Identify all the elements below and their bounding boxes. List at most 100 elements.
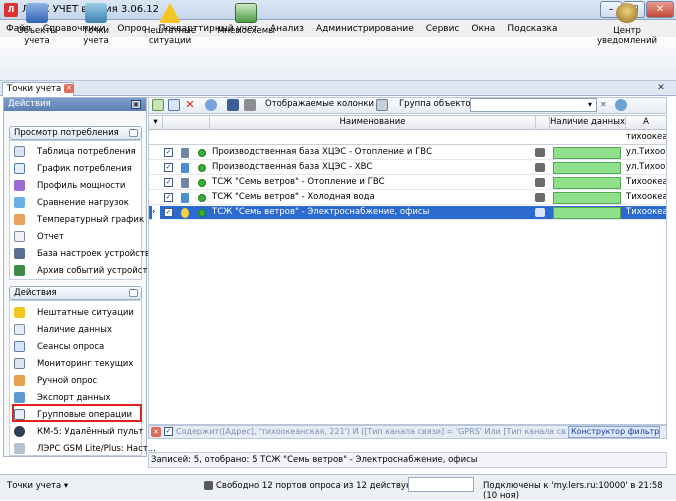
emergency-button[interactable]: Нештатные ситуации bbox=[127, 3, 213, 46]
power-profile-icon bbox=[14, 180, 25, 191]
device-icon bbox=[181, 178, 189, 188]
diagram-icon bbox=[235, 3, 257, 23]
header-data[interactable]: Наличие данных bbox=[550, 116, 626, 130]
list-item[interactable]: Температурный график bbox=[14, 212, 144, 227]
menu-help[interactable]: Подсказка bbox=[507, 24, 557, 34]
header-name[interactable]: Наименование bbox=[210, 116, 536, 130]
water-icon bbox=[181, 163, 189, 173]
globe-icon bbox=[535, 208, 545, 217]
group-select[interactable] bbox=[470, 98, 597, 112]
chevron-up-icon[interactable]: ˄ bbox=[129, 129, 138, 137]
close-icon[interactable]: ✕ bbox=[656, 83, 666, 93]
table-row-selected[interactable]: › ✓ ТСЖ "Семь ветров" - Электроснабжение… bbox=[149, 206, 666, 220]
menu-analysis[interactable]: Анализ bbox=[270, 24, 304, 34]
table-row[interactable]: ✓ ТСЖ "Семь ветров" - Холодная вода Тихо… bbox=[149, 191, 666, 205]
delete-icon[interactable]: ✕ bbox=[184, 99, 196, 111]
add-icon[interactable] bbox=[152, 99, 164, 111]
plug-icon bbox=[535, 148, 545, 157]
menu-service[interactable]: Сервис bbox=[426, 24, 460, 34]
list-item[interactable]: Профиль мощности bbox=[14, 178, 125, 193]
menu-windows[interactable]: Окна bbox=[471, 24, 495, 34]
status-icon bbox=[198, 179, 206, 187]
list-item[interactable]: Архив событий устройства bbox=[14, 263, 158, 278]
archive-icon bbox=[14, 265, 25, 276]
list-item[interactable]: Сеансы опроса bbox=[14, 339, 104, 354]
filter-expression[interactable]: Содержит([Адрес], 'тихоокеанская, 221') … bbox=[176, 427, 566, 436]
filter-builder-button[interactable]: Конструктор фильтра... bbox=[568, 426, 660, 438]
list-item[interactable]: Экспорт данных bbox=[14, 390, 111, 405]
table-row[interactable]: ✓ Производственная база ХЦЭС - ХВС ул.Ти… bbox=[149, 161, 666, 175]
group-actions[interactable]: Действия ˄ bbox=[9, 286, 142, 300]
checkbox[interactable]: ✓ bbox=[164, 178, 173, 187]
group-label: Группа объектов: bbox=[399, 99, 479, 109]
connection-status: Подключены к 'my.lers.ru:10000' в 21:58 … bbox=[483, 481, 663, 501]
filter-enabled-checkbox[interactable]: ✓ bbox=[164, 427, 173, 436]
warning-icon bbox=[159, 3, 181, 23]
save-icon[interactable] bbox=[227, 99, 239, 111]
plug-icon bbox=[535, 193, 545, 202]
menu-admin[interactable]: Администрирование bbox=[316, 24, 414, 34]
group-consumption[interactable]: Просмотр потребления ˄ bbox=[9, 126, 142, 140]
clear-filter-icon[interactable]: ✕ bbox=[151, 427, 161, 437]
remote-icon bbox=[14, 426, 25, 437]
ports-status: Свободно 12 портов опроса из 12 действую… bbox=[216, 481, 432, 491]
export-icon bbox=[14, 392, 25, 403]
objects-button[interactable]: Объекты учета bbox=[6, 3, 68, 46]
compare-icon bbox=[14, 197, 25, 208]
clear-icon[interactable]: ✕ bbox=[600, 100, 610, 110]
chevron-up-icon[interactable]: ˄ bbox=[129, 289, 138, 297]
status-icon bbox=[198, 164, 206, 172]
tab-strip bbox=[0, 81, 676, 96]
chevron-down-icon[interactable]: ▾ bbox=[588, 100, 592, 109]
mnemo-button[interactable]: Мнемосхемы bbox=[217, 3, 275, 43]
data-icon bbox=[14, 324, 25, 335]
filter-address[interactable]: тихоокеанская bbox=[626, 132, 666, 142]
report-icon bbox=[14, 231, 25, 242]
list-item[interactable]: Наличие данных bbox=[14, 322, 112, 337]
plug-icon bbox=[535, 178, 545, 187]
table-icon bbox=[14, 146, 25, 157]
checkbox[interactable]: ✓ bbox=[164, 208, 173, 217]
plug-icon bbox=[535, 163, 545, 172]
columns-dropdown[interactable]: Отображаемые колонки ▾ bbox=[265, 99, 381, 109]
list-item[interactable]: ЛЭРС GSM Lite/Plus: Наст... bbox=[14, 441, 156, 456]
list-item[interactable]: База настроек устройства bbox=[14, 246, 155, 261]
filter-row: тихоокеанская bbox=[149, 130, 666, 145]
pin-icon[interactable]: ▣ bbox=[131, 100, 141, 109]
status-view-dropdown[interactable]: Точки учета ▾ bbox=[7, 481, 68, 491]
list-item[interactable]: Отчет bbox=[14, 229, 64, 244]
list-item[interactable]: Ручной опрос bbox=[14, 373, 97, 388]
checkbox[interactable]: ✓ bbox=[164, 193, 173, 202]
checkbox[interactable]: ✓ bbox=[164, 163, 173, 172]
list-item[interactable]: График потребления bbox=[14, 161, 132, 176]
monitor-icon bbox=[14, 358, 25, 369]
notifications-button[interactable]: Центр уведомлений bbox=[584, 3, 670, 46]
points-button[interactable]: Точки учета bbox=[71, 3, 121, 46]
refresh-icon[interactable] bbox=[205, 99, 217, 111]
database-icon bbox=[14, 248, 25, 259]
poll-icon bbox=[14, 375, 25, 386]
header-address[interactable]: А bbox=[626, 116, 666, 130]
progress-box bbox=[408, 477, 474, 492]
header-icons bbox=[163, 116, 210, 130]
table-row[interactable]: ✓ Производственная база ХЦЭС - Отопление… bbox=[149, 146, 666, 160]
tab-close-icon[interactable]: ✕ bbox=[64, 84, 74, 93]
filter-icon[interactable] bbox=[376, 99, 388, 111]
print-icon[interactable] bbox=[244, 99, 256, 111]
data-availability-bar bbox=[553, 177, 621, 189]
status-icon bbox=[198, 194, 206, 202]
edit-icon[interactable] bbox=[168, 99, 180, 111]
checkbox[interactable]: ✓ bbox=[164, 148, 173, 157]
list-item[interactable]: Сравнение нагрузок bbox=[14, 195, 129, 210]
bulb-icon bbox=[181, 208, 189, 218]
list-item[interactable]: КМ-5: Удалённый пульт bbox=[14, 424, 143, 439]
table-row[interactable]: ✓ ТСЖ "Семь ветров" - Отопление и ГВС Ти… bbox=[149, 176, 666, 190]
list-item[interactable]: Нештатные ситуации bbox=[14, 305, 134, 320]
list-item[interactable]: Мониторинг текущих bbox=[14, 356, 133, 371]
list-item[interactable]: Таблица потребления bbox=[14, 144, 136, 159]
warning-icon bbox=[14, 307, 25, 318]
data-availability-bar bbox=[553, 162, 621, 174]
sync-icon[interactable] bbox=[615, 99, 627, 111]
data-availability-bar bbox=[553, 207, 621, 219]
port-icon bbox=[204, 481, 213, 490]
